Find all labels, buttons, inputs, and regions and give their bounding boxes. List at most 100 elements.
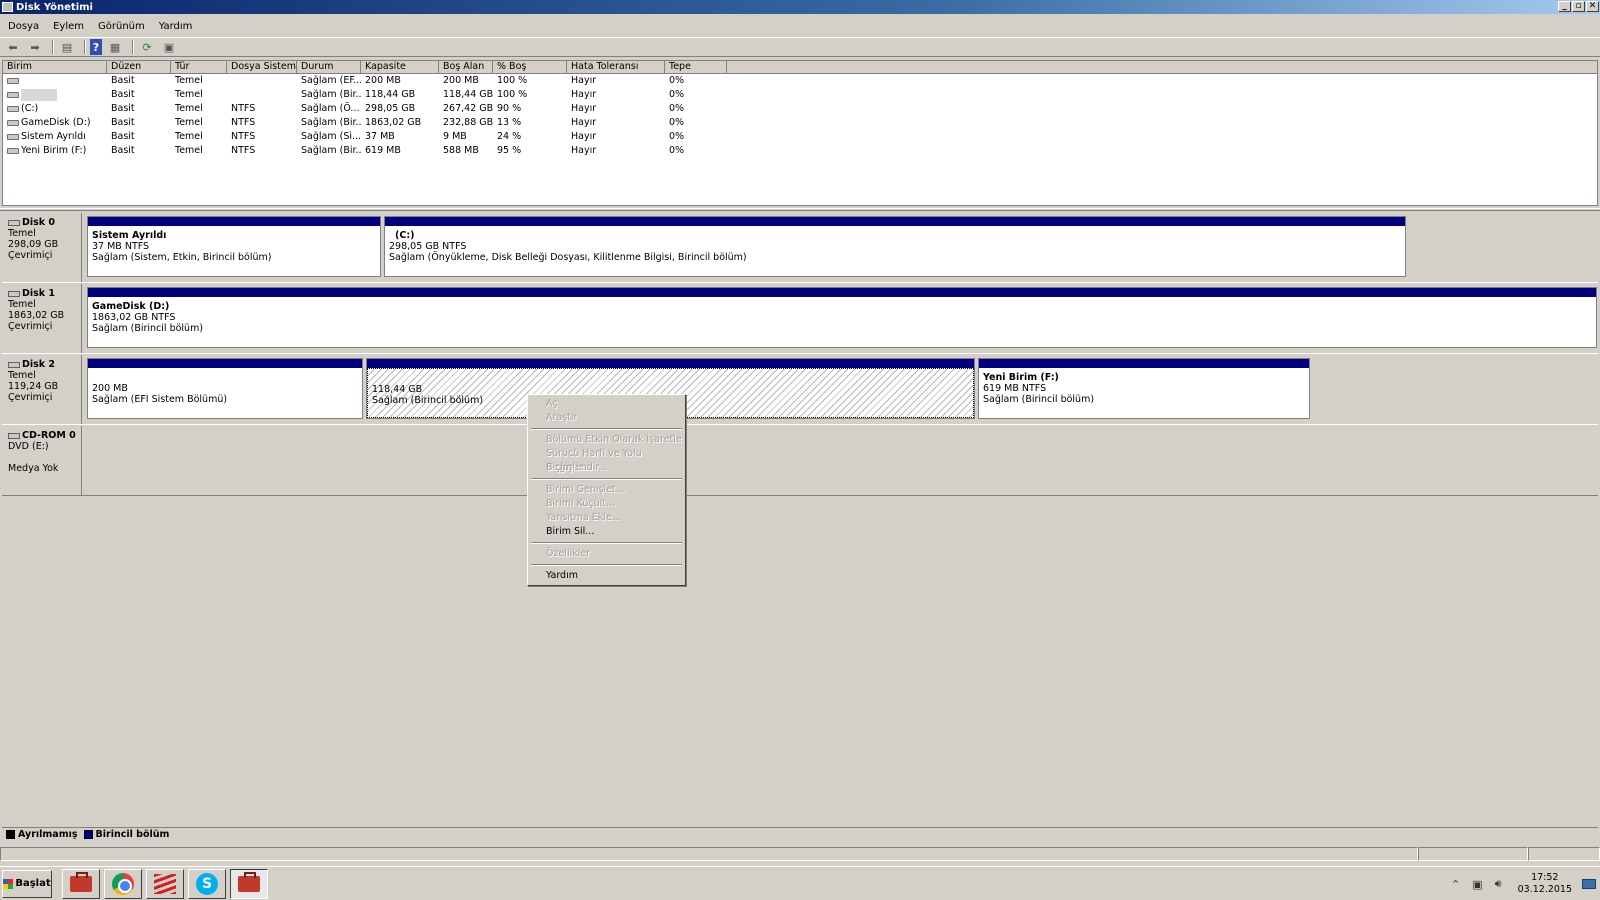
disk-info[interactable]: Disk 1 Temel 1863,02 GB Çevrimiçi xyxy=(2,284,82,353)
title-bar: Disk Yönetimi _ ▫ ✕ xyxy=(0,0,1600,14)
table-row[interactable]: Yeni Birim (F:) Basit Temel NTFS Sağlam … xyxy=(3,144,1597,158)
menu-action[interactable]: Eylem xyxy=(49,21,88,32)
cell-percent-free: 100 % xyxy=(497,89,528,100)
taskbar-button-skype[interactable]: S xyxy=(188,868,226,899)
menu-separator xyxy=(531,428,682,430)
cell-fault-tolerance: Hayır xyxy=(571,131,597,142)
cell-capacity: 37 MB xyxy=(365,131,395,142)
menu-item-extend-volume[interactable]: Birimi Genişlet... xyxy=(530,483,683,497)
column-header-layout[interactable]: Düzen xyxy=(107,61,171,73)
start-label: Başlat xyxy=(15,878,51,889)
volume-icon[interactable]: 🔊︎ xyxy=(1495,877,1502,891)
disk-name: CD-ROM 0 xyxy=(22,430,76,441)
primary-partition-bar xyxy=(88,288,1596,297)
menu-item-open[interactable]: Aç xyxy=(530,397,683,411)
column-header-overhead[interactable]: Tepe xyxy=(665,61,727,73)
clock[interactable]: 17:52 03.12.2015 xyxy=(1518,872,1572,896)
network-icon[interactable]: ▣ xyxy=(1472,878,1482,891)
table-row[interactable]: Basit Temel Sağlam (EF... 200 MB 200 MB … xyxy=(3,74,1597,88)
back-arrow-icon[interactable]: ⬅ xyxy=(4,39,22,55)
column-header-filesystem[interactable]: Dosya Sistemi xyxy=(227,61,297,73)
partition[interactable]: GameDisk (D:) 1863,02 GB NTFS Sağlam (Bi… xyxy=(87,287,1597,348)
primary-partition-bar xyxy=(88,359,362,368)
partition[interactable]: (C:) 298,05 GB NTFS Sağlam (Önyükleme, D… xyxy=(384,216,1406,277)
refresh-icon[interactable]: ⟳ xyxy=(138,39,156,55)
disk-info[interactable]: CD-ROM 0 DVD (E:) Medya Yok xyxy=(2,426,82,495)
taskbar-button-app[interactable] xyxy=(146,868,184,899)
cell-fault-tolerance: Hayır xyxy=(571,75,597,86)
cell-status: Sağlam (Si... xyxy=(301,131,361,142)
table-row[interactable]: Sistem Ayrıldı Basit Temel NTFS Sağlam (… xyxy=(3,130,1597,144)
cell-percent-free: 24 % xyxy=(497,131,522,142)
menu-separator xyxy=(531,564,682,566)
properties-icon[interactable]: ▦ xyxy=(106,39,124,55)
partition[interactable]: Yeni Birim (F:) 619 MB NTFS Sağlam (Biri… xyxy=(978,358,1310,419)
menu-item-change-drive-letter[interactable]: Sürücü Harfi ve Yolu Değiştir... xyxy=(530,447,683,473)
system-tray: ⌃ ▣ 🔊︎ 17:52 03.12.2015 xyxy=(1445,867,1600,900)
start-button[interactable]: Başlat xyxy=(2,869,52,898)
table-row[interactable]: Basit Temel Sağlam (Bir... 118,44 GB 118… xyxy=(3,88,1597,102)
menu-item-delete-volume[interactable]: Birim Sil... xyxy=(530,525,683,539)
partition-name xyxy=(372,373,969,384)
menu-file[interactable]: Dosya xyxy=(4,21,43,32)
rescan-disks-icon[interactable]: ▣ xyxy=(160,39,178,55)
column-header-free-space[interactable]: Boş Alan xyxy=(439,61,493,73)
menu-item-format[interactable]: Biçimlendir... xyxy=(530,461,683,475)
partition-status: Sağlam (Önyükleme, Disk Belleği Dosyası,… xyxy=(389,252,747,263)
menu-item-help[interactable]: Yardım xyxy=(530,569,683,583)
menu-item-mark-active[interactable]: Bölümü Etkin Olarak İşaretle xyxy=(530,433,683,447)
menu-item-properties[interactable]: Özellikler xyxy=(530,547,683,561)
cell-type: Temel xyxy=(175,131,203,142)
cell-free: 267,42 GB xyxy=(443,103,493,114)
help-icon[interactable]: ? xyxy=(90,39,102,55)
disk-info[interactable]: Disk 0 Temel 298,09 GB Çevrimiçi xyxy=(2,213,82,282)
disk-info[interactable]: Disk 2 Temel 119,24 GB Çevrimiçi xyxy=(2,355,82,424)
table-row[interactable]: GameDisk (D:) Basit Temel NTFS Sağlam (B… xyxy=(3,116,1597,130)
column-header-status[interactable]: Durum xyxy=(297,61,361,73)
clock-date: 03.12.2015 xyxy=(1517,884,1572,895)
partition-name: Sistem Ayrıldı xyxy=(92,230,167,241)
drive-icon xyxy=(7,133,19,140)
column-header-fault-tolerance[interactable]: Hata Toleransı xyxy=(567,61,665,73)
status-panel xyxy=(0,847,1418,861)
minimize-button[interactable]: _ xyxy=(1558,1,1571,12)
menu-item-add-mirror[interactable]: Yansıtma Ekle... xyxy=(530,511,683,525)
legend-label: Birincil bölüm xyxy=(95,829,170,840)
column-header-type[interactable]: Tür xyxy=(171,61,227,73)
partition-size: 200 MB xyxy=(92,383,128,394)
cell-filesystem: NTFS xyxy=(231,103,256,114)
partition[interactable]: 200 MB Sağlam (EFI Sistem Bölümü) xyxy=(87,358,363,419)
disk-row-1: Disk 1 Temel 1863,02 GB Çevrimiçi GameDi… xyxy=(2,284,1598,354)
skype-icon: S xyxy=(196,872,218,895)
restore-button[interactable]: ▫ xyxy=(1572,1,1585,12)
menu-item-shrink-volume[interactable]: Birimi Küçült... xyxy=(530,497,683,511)
cell-overhead: 0% xyxy=(669,131,685,142)
close-button[interactable]: ✕ xyxy=(1586,1,1599,12)
show-hidden-icons-icon[interactable]: ⌃ xyxy=(1451,878,1460,891)
show-desktop-icon[interactable] xyxy=(1582,879,1596,889)
menu-help[interactable]: Yardım xyxy=(155,21,197,32)
partition-status: Sağlam (Sistem, Etkin, Birincil bölüm) xyxy=(92,252,272,263)
taskbar-button-disk-management-active[interactable] xyxy=(230,868,268,899)
taskbar-button-disk-management[interactable] xyxy=(62,868,100,899)
partition-status: Sağlam (Birincil bölüm) xyxy=(92,323,204,334)
taskbar-button-chrome[interactable] xyxy=(104,868,142,899)
partition[interactable]: Sistem Ayrıldı 37 MB NTFS Sağlam (Sistem… xyxy=(87,216,381,277)
forward-arrow-icon[interactable]: ➡ xyxy=(26,39,44,55)
cell-filesystem: NTFS xyxy=(231,131,256,142)
taskbar: Başlat S ⌃ ▣ 🔊︎ 17:52 03.12.2015 xyxy=(0,866,1600,900)
menu-item-explore[interactable]: Araştır xyxy=(530,411,683,425)
menu-view[interactable]: Görünüm xyxy=(94,21,149,32)
column-header-capacity[interactable]: Kapasite xyxy=(361,61,439,73)
table-row[interactable]: (C:) Basit Temel NTFS Sağlam (Ö... 298,0… xyxy=(3,102,1597,116)
column-header-volume[interactable]: Birim xyxy=(3,61,107,73)
partition-size: 37 MB NTFS xyxy=(92,241,150,252)
app-icon xyxy=(2,2,13,12)
volume-name: Sistem Ayrıldı xyxy=(21,131,86,142)
column-header-percent-free[interactable]: % Boş xyxy=(493,61,567,73)
console-tree-icon[interactable]: ▤ xyxy=(58,39,76,55)
window-title: Disk Yönetimi xyxy=(16,1,93,13)
pane-splitter[interactable] xyxy=(0,208,1600,211)
partition-name: Yeni Birim (F:) xyxy=(983,372,1059,383)
status-panel xyxy=(1528,847,1600,861)
